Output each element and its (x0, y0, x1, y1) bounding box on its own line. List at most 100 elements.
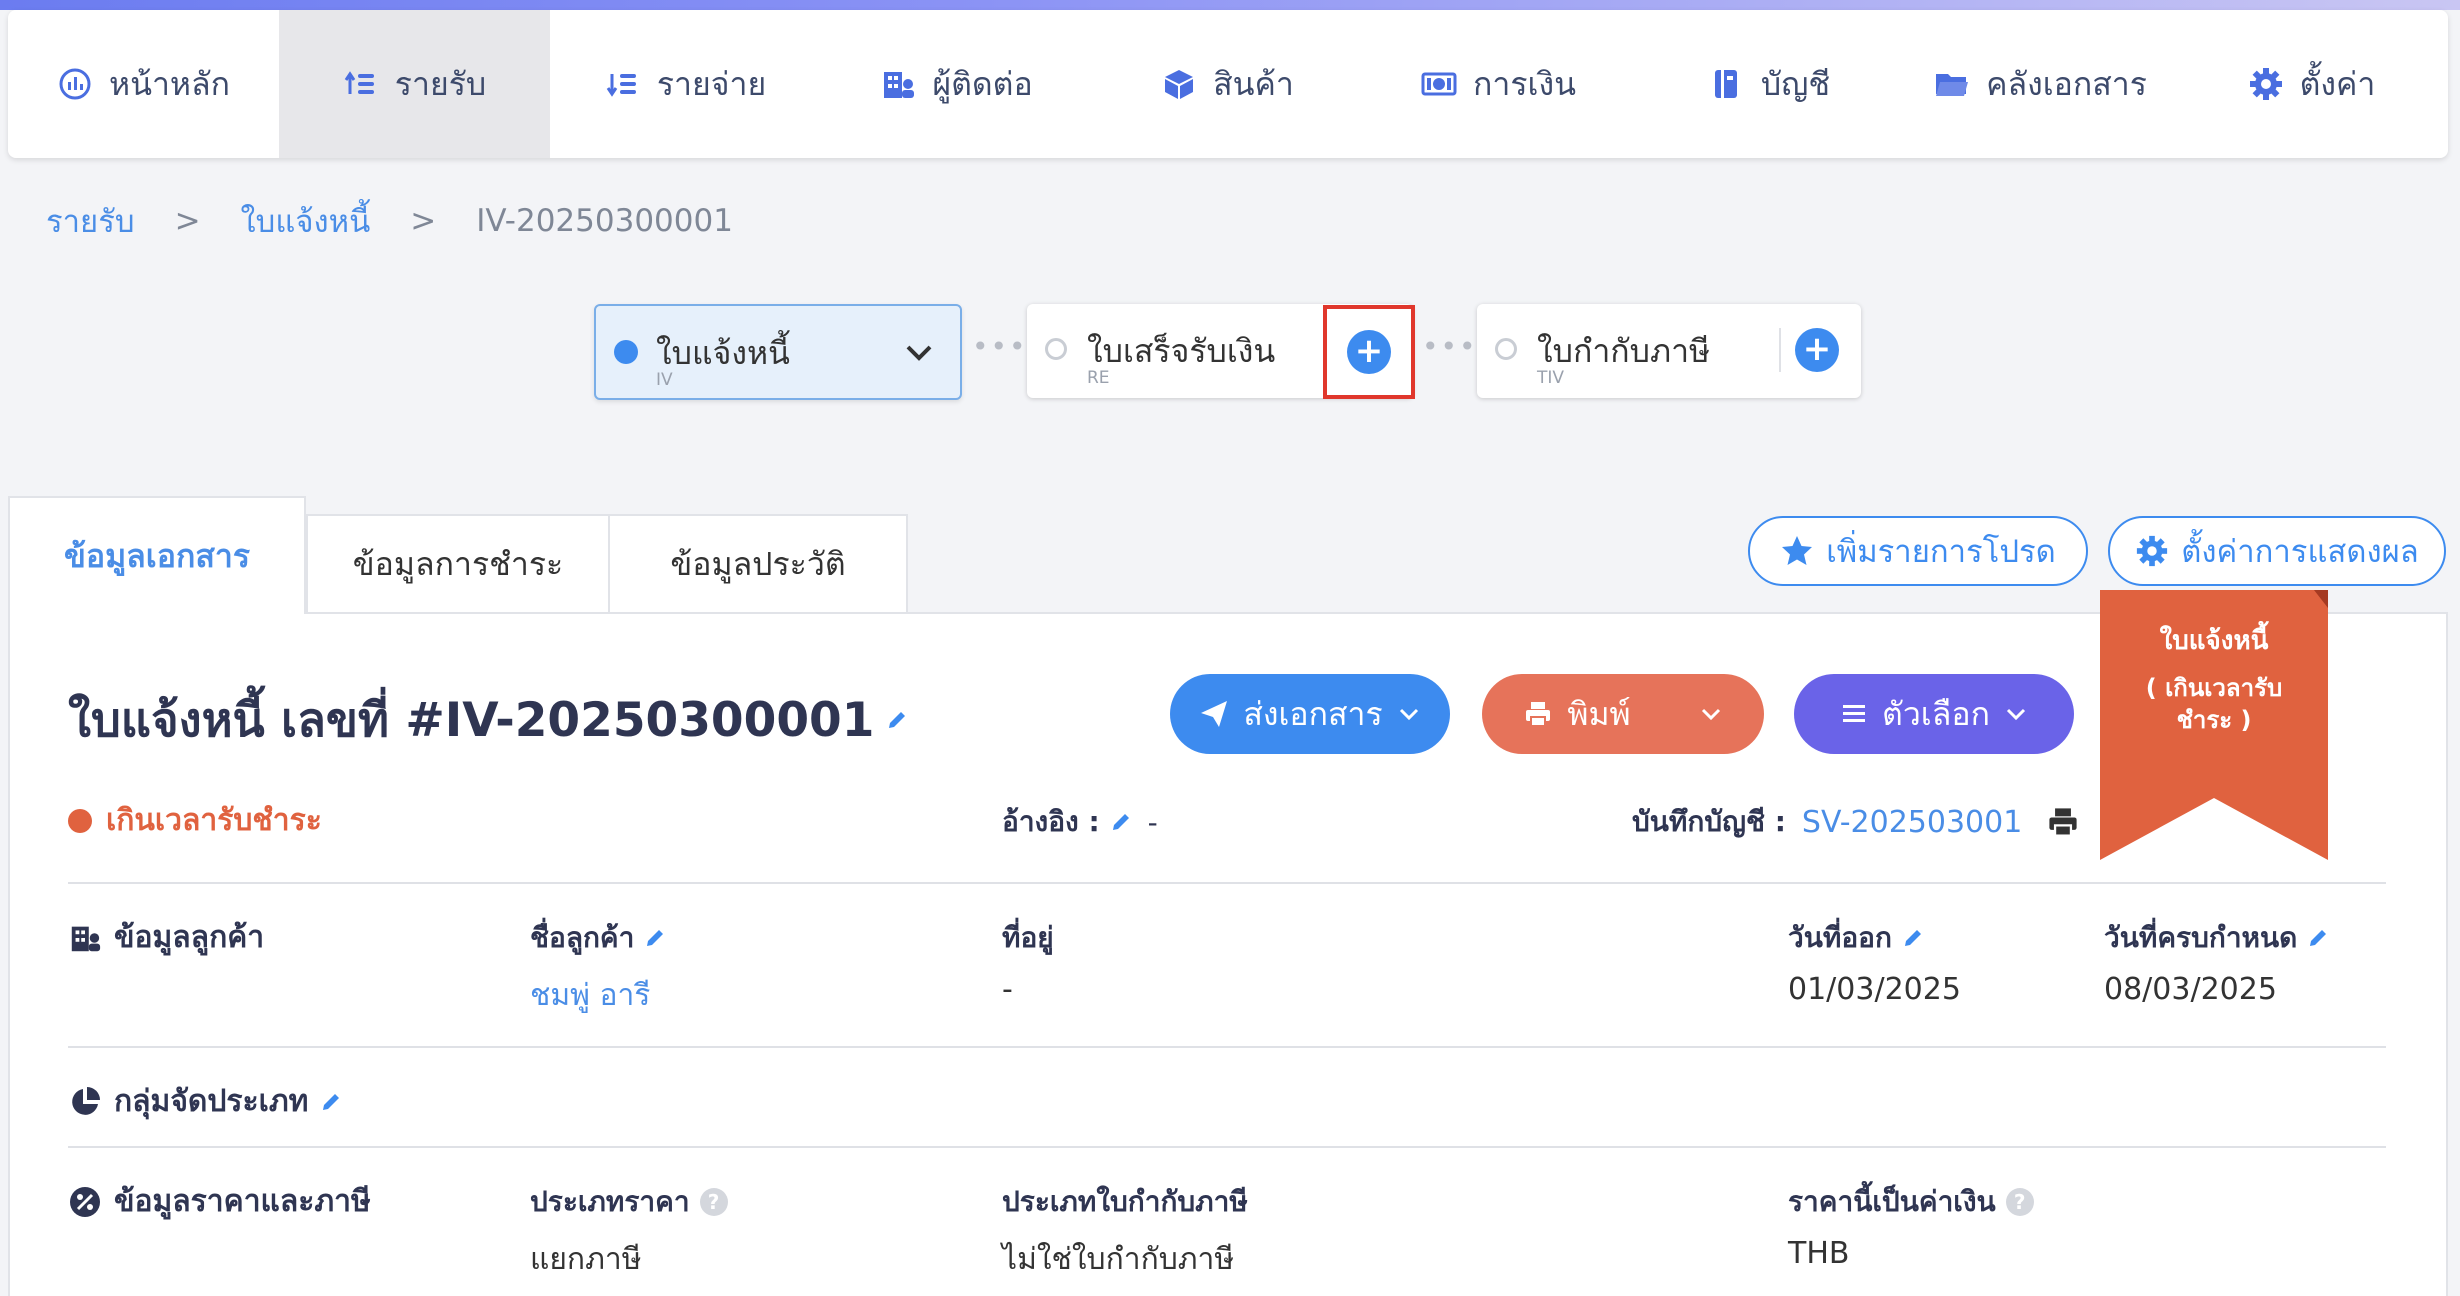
divider (68, 882, 2386, 884)
nav-item-products[interactable]: สินค้า (1092, 10, 1363, 158)
printer-icon[interactable] (2046, 805, 2080, 839)
button-label: ส่งเอกสาร (1243, 694, 1383, 733)
status-badge: เกินเวลารับชำระ (68, 797, 322, 844)
section-label: ข้อมูลลูกค้า (114, 920, 265, 955)
options-button[interactable]: ตัวเลือก (1794, 674, 2074, 754)
button-label: ตัวเลือก (1882, 694, 1990, 733)
nav-label: ผู้ติดต่อ (932, 64, 1033, 103)
breadcrumb: รายรับ > ใบแจ้งหนี้ > IV-20250300001 (46, 196, 733, 246)
flow-connector: ••• (972, 330, 1028, 363)
expense-icon (605, 66, 641, 102)
flow-step-code: IV (656, 370, 673, 390)
reference-label: อ้างอิง : - (1002, 800, 1158, 844)
customer-name-link[interactable]: ชมพู่ อารี (530, 972, 650, 1019)
tab-history-info[interactable]: ข้อมูลประวัติ (608, 514, 908, 614)
button-label: เพิ่มรายการโปรด (1826, 534, 2056, 570)
nav-label: รายรับ (394, 64, 487, 103)
edit-pencil-icon[interactable] (1902, 927, 1924, 949)
pricing-section-title: ข้อมูลราคาและภาษี (68, 1178, 371, 1225)
nav-item-finance[interactable]: การเงิน (1363, 10, 1634, 158)
nav-item-documents[interactable]: คลังเอกสาร (1905, 10, 2176, 158)
tab-payment-info[interactable]: ข้อมูลการชำระ (306, 514, 610, 614)
main-navbar: หน้าหลัก รายรับ รายจ่าย ผู้ติดต่อ สินค้า… (8, 10, 2448, 158)
ribbon-line: ชำระ ) (2176, 706, 2252, 734)
customer-name-label: ชื่อลูกค้า (530, 916, 666, 960)
issue-date-value: 01/03/2025 (1788, 972, 1961, 1007)
add-tax-invoice-button[interactable]: + (1795, 328, 1839, 372)
ledger-icon (1709, 66, 1745, 102)
flow-step-code: RE (1087, 368, 1110, 388)
contacts-icon (880, 66, 916, 102)
account-label: บันทึกบัญชี : (1632, 805, 1786, 838)
divider (1779, 328, 1781, 372)
label-text: วันที่ครบกำหนด (2104, 921, 2298, 954)
nav-item-accounting[interactable]: บัญชี (1634, 10, 1905, 158)
step-active-dot (614, 340, 638, 364)
edit-pencil-icon[interactable] (886, 709, 908, 731)
document-title-text: ใบแจ้งหนี้ เลขที่ #IV-20250300001 (68, 693, 875, 748)
flow-step-title: ใบเสร็จรับเงิน (1087, 332, 1276, 370)
chevron-down-icon[interactable] (902, 336, 936, 370)
star-icon (1782, 536, 1813, 565)
section-label: ข้อมูลราคาและภาษี (114, 1184, 371, 1219)
pie-chart-icon (72, 1086, 100, 1115)
price-type-value: แยกภาษี (530, 1242, 642, 1277)
ribbon-line: ( เกินเวลารับ (2145, 674, 2283, 702)
nav-label: การเงิน (1473, 64, 1576, 103)
chevron-down-icon (1701, 708, 1720, 721)
label-text: ที่อยู่ (1002, 921, 1054, 954)
flow-step-code: TIV (1537, 368, 1565, 388)
nav-item-contacts[interactable]: ผู้ติดต่อ (821, 10, 1092, 158)
flow-step-tax-invoice[interactable]: ใบกำกับภาษี TIV + (1477, 304, 1861, 398)
help-icon[interactable]: ? (699, 1188, 728, 1216)
percent-badge-icon (70, 1186, 100, 1217)
income-icon (343, 66, 379, 102)
gear-icon (2137, 535, 2168, 567)
currency-label: ราคานี้เป็นค่าเงิน ? (1788, 1180, 2034, 1224)
money-icon (1421, 66, 1457, 102)
print-button[interactable]: พิมพ์ (1482, 674, 1764, 754)
divider (68, 1146, 2386, 1148)
nav-item-settings[interactable]: ตั้งค่า (2176, 10, 2447, 158)
label-text: วันที่ออก (1788, 921, 1892, 954)
flow-step-invoice[interactable]: ใบแจ้งหนี้ IV (594, 304, 962, 400)
due-date-label: วันที่ครบกำหนด (2104, 916, 2329, 960)
currency-value: THB (1788, 1236, 1850, 1271)
product-box-icon (1161, 66, 1197, 102)
address-label: ที่อยู่ (1002, 916, 1054, 960)
label-text: ประเภทราคา (530, 1185, 690, 1218)
label-text: ราคานี้เป็นค่าเงิน (1788, 1185, 1996, 1218)
send-document-button[interactable]: ส่งเอกสาร (1170, 674, 1450, 754)
tab-document-info[interactable]: ข้อมูลเอกสาร (8, 496, 306, 614)
add-favorite-button[interactable]: เพิ่มรายการโปรด (1748, 516, 2088, 586)
breadcrumb-separator: > (174, 203, 201, 239)
divider (68, 1046, 2386, 1048)
add-receipt-button[interactable]: + (1347, 330, 1391, 374)
edit-pencil-icon[interactable] (2307, 927, 2329, 949)
breadcrumb-invoice-link[interactable]: ใบแจ้งหนี้ (241, 196, 371, 246)
breadcrumb-income-link[interactable]: รายรับ (46, 196, 135, 246)
category-section-title: กลุ่มจัดประเภท (68, 1078, 342, 1125)
button-label: พิมพ์ (1567, 694, 1631, 733)
breadcrumb-separator: > (410, 203, 437, 239)
display-settings-button[interactable]: ตั้งค่าการแสดงผล (2108, 516, 2446, 586)
price-type-label: ประเภทราคา ? (530, 1180, 728, 1224)
tax-invoice-type-value: ไม่ใช่ใบกำกับภาษี (1002, 1242, 1235, 1277)
nav-label: คลังเอกสาร (1986, 64, 2147, 103)
gear-icon (2248, 66, 2284, 102)
nav-item-expense[interactable]: รายจ่าย (550, 10, 821, 158)
account-record: บันทึกบัญชี : SV-202503001 (1632, 800, 2080, 844)
status-dot (68, 808, 92, 833)
nav-item-income[interactable]: รายรับ (279, 10, 550, 158)
step-inactive-dot (1045, 338, 1067, 360)
edit-pencil-icon[interactable] (644, 927, 666, 949)
edit-pencil-icon[interactable] (320, 1091, 342, 1113)
status-text: เกินเวลารับชำระ (106, 803, 322, 838)
dashboard-icon (57, 66, 93, 102)
help-icon[interactable]: ? (2005, 1188, 2034, 1216)
due-date-value: 08/03/2025 (2104, 972, 2277, 1007)
edit-pencil-icon[interactable] (1110, 811, 1132, 833)
nav-label: รายจ่าย (656, 64, 767, 103)
nav-item-dashboard[interactable]: หน้าหลัก (8, 10, 279, 158)
account-link[interactable]: SV-202503001 (1802, 805, 2022, 840)
